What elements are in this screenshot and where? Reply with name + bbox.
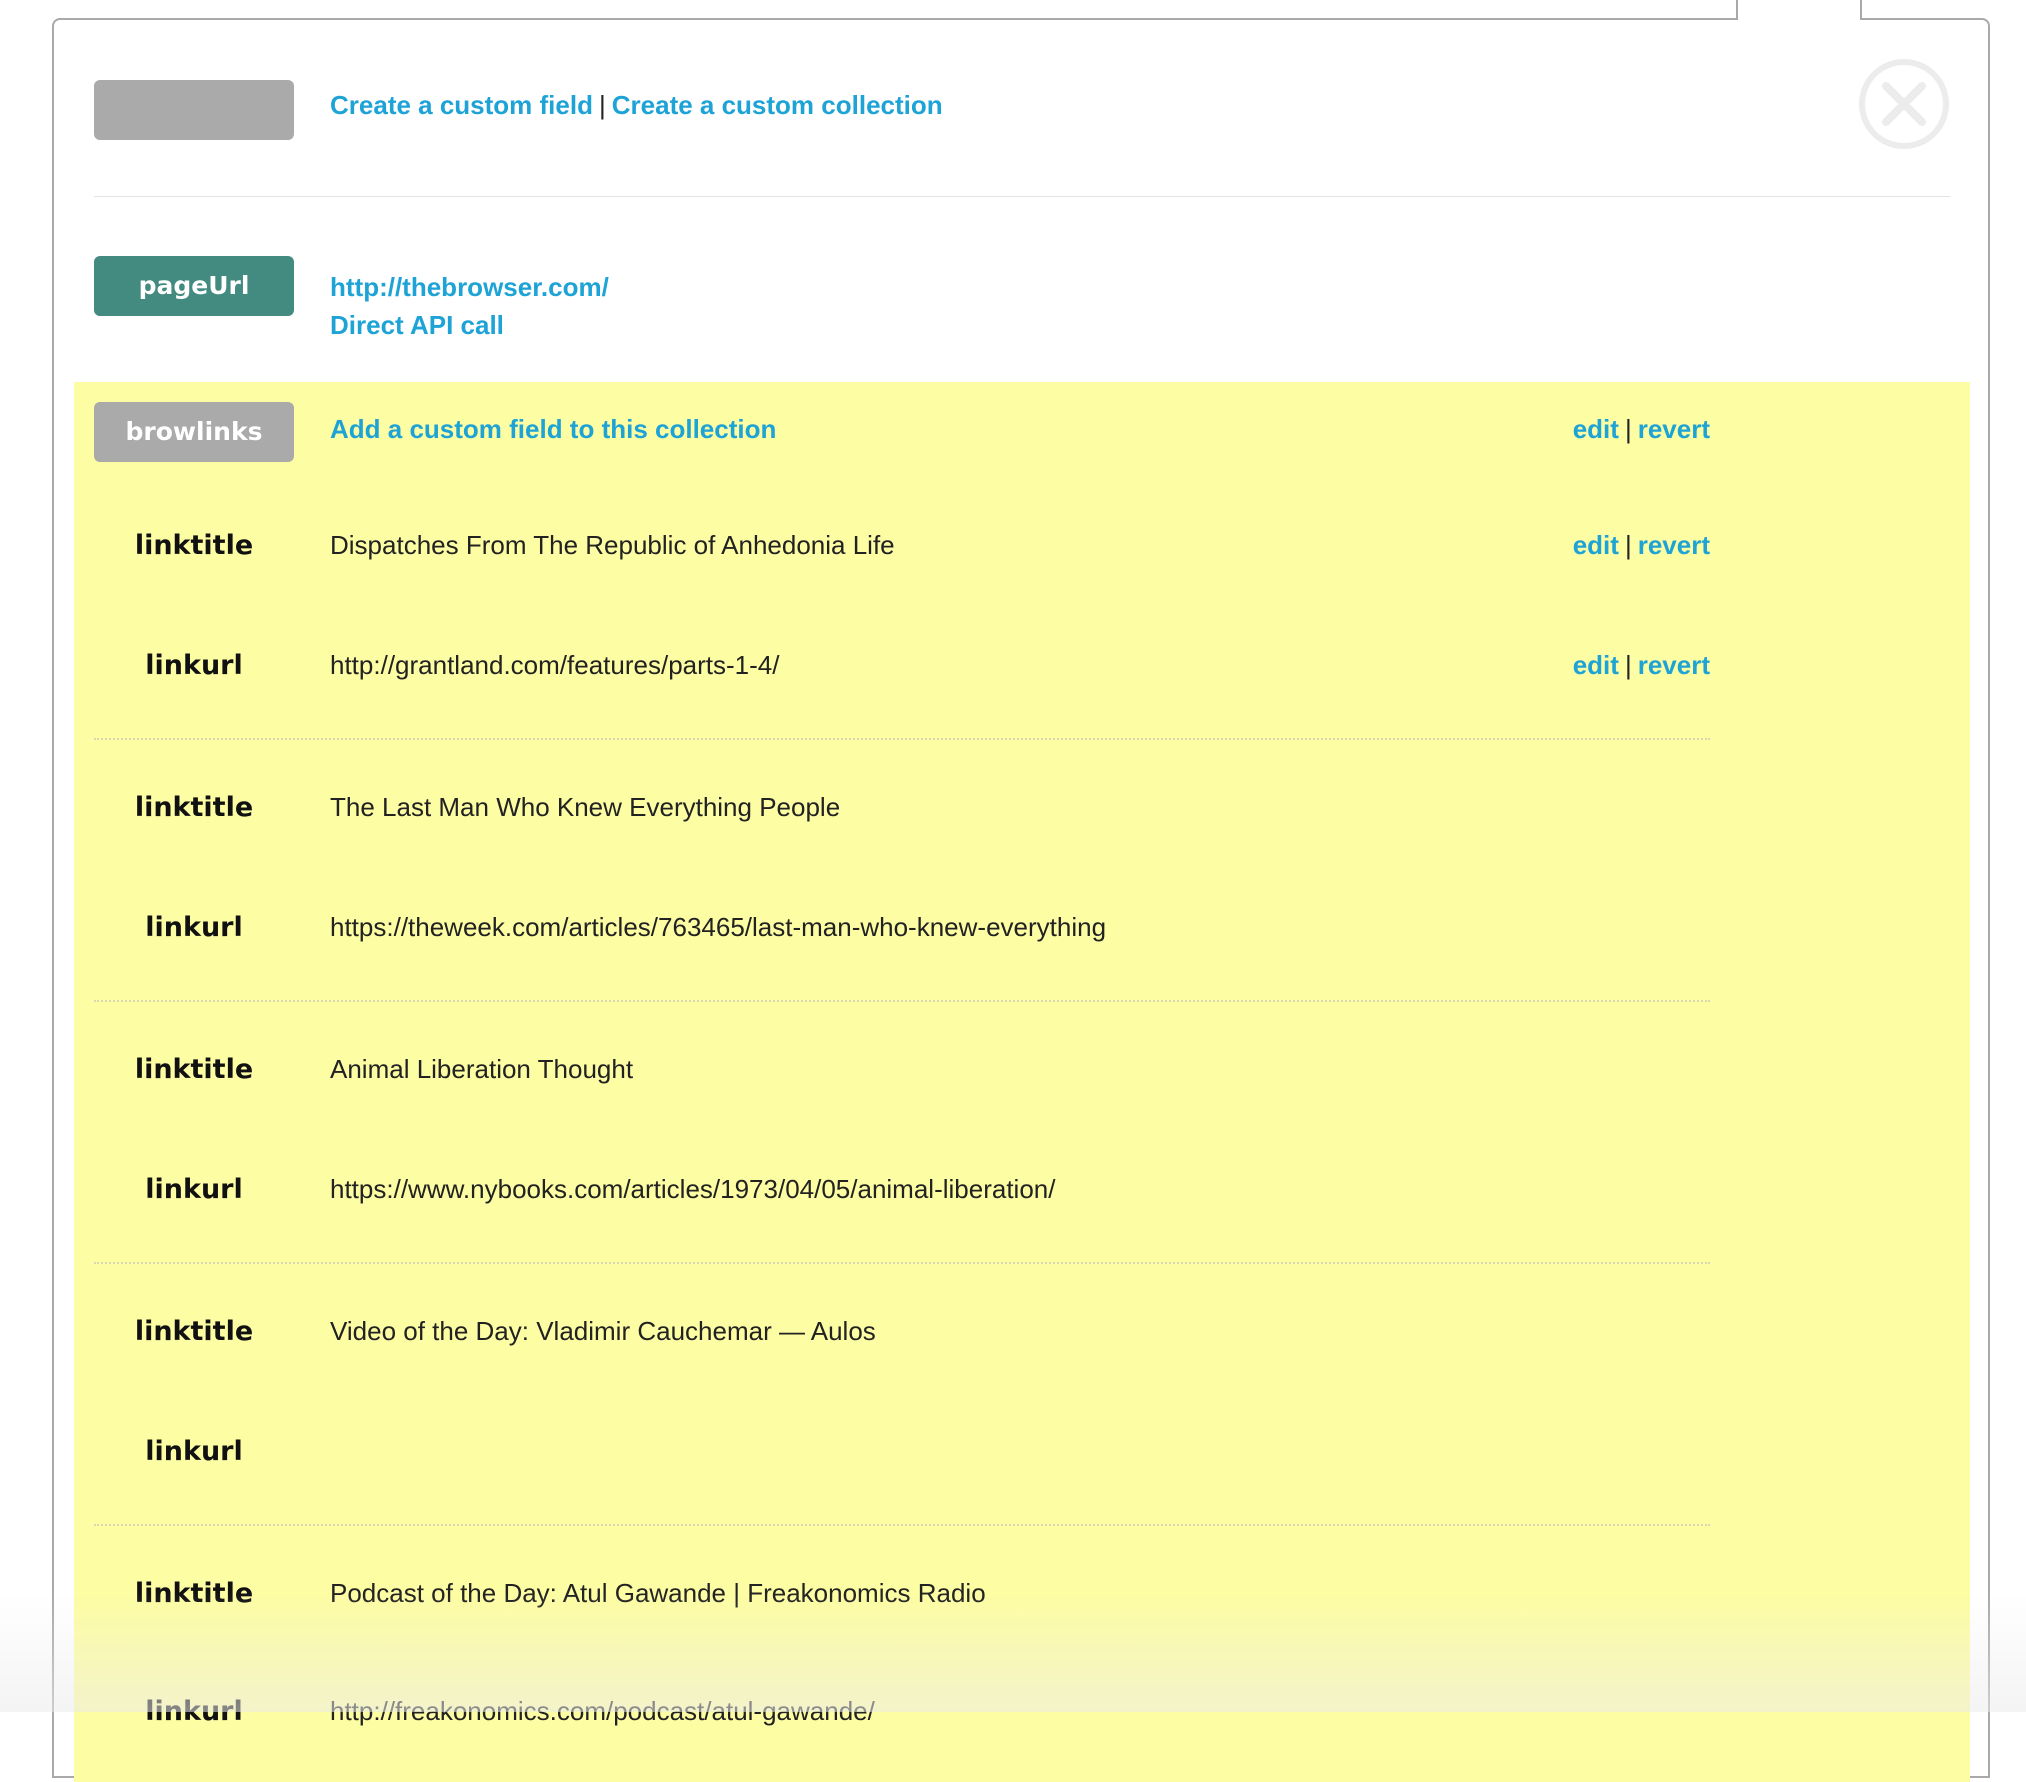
toolbar-separator: | bbox=[598, 90, 606, 120]
edit-link[interactable]: edit bbox=[1573, 414, 1619, 444]
collection-add-field: Add a custom field to this collection bbox=[330, 414, 776, 445]
divider bbox=[94, 196, 1950, 197]
blank-pill bbox=[94, 80, 294, 140]
linkurl-value: https://theweek.com/articles/763465/last… bbox=[330, 912, 1107, 942]
pageurl-link[interactable]: http://thebrowser.com/ bbox=[330, 272, 609, 302]
item-divider bbox=[94, 1000, 1710, 1002]
item-divider bbox=[94, 1524, 1710, 1526]
linkurl-value: https://www.nybooks.com/articles/1973/04… bbox=[330, 1174, 1056, 1204]
close-button[interactable] bbox=[1858, 58, 1950, 150]
revert-link[interactable]: revert bbox=[1638, 650, 1710, 680]
direct-api-call-link[interactable]: Direct API call bbox=[330, 310, 504, 340]
field-label-linktitle: linktitle bbox=[134, 1054, 254, 1085]
edit-link[interactable]: edit bbox=[1573, 650, 1619, 680]
item-divider bbox=[94, 1262, 1710, 1264]
linktitle-value: Dispatches From The Republic of Anhedoni… bbox=[330, 530, 895, 560]
item-actions: edit | revert bbox=[1573, 650, 1710, 681]
actions-separator: | bbox=[1624, 650, 1632, 680]
revert-link[interactable]: revert bbox=[1638, 530, 1710, 560]
field-label-linkurl: linkurl bbox=[145, 1174, 243, 1205]
field-label-linktitle: linktitle bbox=[134, 530, 254, 561]
item-actions: edit | revert bbox=[1573, 530, 1710, 561]
toolbar-links: Create a custom field | Create a custom co… bbox=[330, 90, 943, 121]
add-custom-field-to-collection-link[interactable]: Add a custom field to this collection bbox=[330, 414, 776, 444]
linkurl-value: http://grantland.com/features/parts-1-4/ bbox=[330, 650, 780, 680]
field-label-linktitle: linktitle bbox=[134, 792, 254, 823]
collection-name-browlinks: browlinks bbox=[94, 402, 294, 462]
field-label-linkurl: linkurl bbox=[145, 1436, 243, 1467]
linktitle-value: Video of the Day: Vladimir Cauchemar — A… bbox=[330, 1316, 876, 1346]
collection-actions: edit | revert bbox=[1573, 414, 1710, 445]
edit-link[interactable]: edit bbox=[1573, 530, 1619, 560]
linktitle-value: Podcast of the Day: Atul Gawande | Freak… bbox=[330, 1578, 986, 1608]
actions-separator: | bbox=[1624, 414, 1632, 444]
actions-separator: | bbox=[1624, 530, 1632, 560]
linktitle-value: The Last Man Who Knew Everything People bbox=[330, 792, 841, 822]
field-label-linktitle: linktitle bbox=[134, 1578, 254, 1609]
field-label-linkurl: linkurl bbox=[145, 912, 243, 943]
item-divider bbox=[94, 738, 1710, 740]
field-name-pageurl: pageUrl bbox=[94, 256, 294, 316]
linktitle-value: Animal Liberation Thought bbox=[330, 1054, 634, 1084]
close-icon bbox=[1859, 59, 1949, 149]
create-custom-collection-link[interactable]: Create a custom collection bbox=[612, 90, 943, 120]
field-label-linkurl: linkurl bbox=[145, 650, 243, 681]
create-custom-field-link[interactable]: Create a custom field bbox=[330, 90, 593, 120]
revert-link[interactable]: revert bbox=[1638, 414, 1710, 444]
field-label-linktitle: linktitle bbox=[134, 1316, 254, 1347]
tab-notch bbox=[1736, 0, 1862, 20]
pageurl-value: http://thebrowser.com/ Direct API call bbox=[330, 268, 609, 344]
